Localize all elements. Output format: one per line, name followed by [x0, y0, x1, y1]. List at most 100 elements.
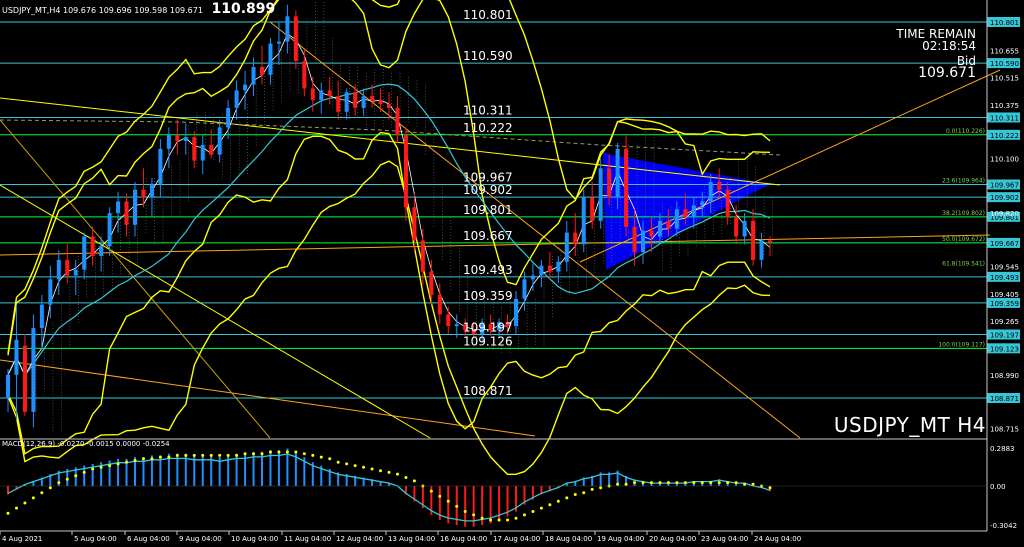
macd-signal-dot — [40, 491, 44, 495]
macd-signal-dot — [99, 465, 103, 469]
time-axis-label: 19 Aug 04:00 — [597, 535, 644, 543]
candle-body — [607, 168, 612, 198]
candle-body — [90, 236, 95, 256]
macd-signal-dot — [319, 455, 323, 459]
chart-window: 110.801 110.801 110.590 110.590 110.311 110.3… — [0, 0, 1024, 543]
candle-body — [149, 183, 154, 198]
fib-label: 100.0(109.117) — [938, 341, 985, 348]
main-chart[interactable]: 110.801 110.801 110.590 110.590 110.311 110.3… — [0, 0, 1024, 543]
time-axis-label: 6 Aug 04:00 — [127, 535, 170, 543]
candle-body — [395, 107, 400, 136]
price-axis-tick: 109.545 — [990, 264, 1019, 272]
fib-label: 61.8(109.541) — [942, 260, 985, 267]
candle-body — [403, 135, 408, 208]
candle-body — [624, 148, 629, 227]
macd-signal-dot — [573, 493, 577, 496]
macd-signal-dot — [141, 457, 145, 461]
candle-body — [22, 345, 27, 412]
macd-signal-dot — [700, 481, 704, 485]
candle-body — [124, 201, 129, 225]
macd-signal-dot — [345, 462, 349, 466]
macd-signal-dot — [726, 481, 730, 485]
candle-body — [302, 61, 307, 89]
macd-signal-dot — [116, 462, 120, 466]
macd-signal-dot — [302, 452, 306, 456]
macd-signal-dot — [370, 467, 374, 471]
candle-body — [353, 92, 358, 108]
level-label: 109.197 — [463, 320, 513, 334]
candle-body — [725, 189, 730, 218]
axis-level-tag-text: 110.311 — [990, 114, 1019, 122]
time-axis-label: 24 Aug 04:00 — [754, 535, 801, 543]
macd-signal-dot — [743, 482, 747, 486]
level-label: 108.871 — [463, 384, 513, 398]
macd-signal-dot — [658, 481, 662, 485]
macd-signal-dot — [429, 489, 433, 493]
macd-signal-dot — [751, 482, 755, 486]
macd-signal-dot — [666, 481, 670, 485]
macd-signal-dot — [260, 452, 264, 456]
candle-body — [530, 275, 535, 280]
candle-body — [107, 213, 112, 247]
candle-body — [141, 189, 146, 198]
candle-body — [217, 127, 222, 155]
macd-signal-dot — [167, 455, 171, 459]
macd-signal-dot — [108, 464, 112, 468]
candle-body — [327, 90, 332, 97]
time-axis-label: 4 Aug 2021 — [2, 535, 42, 543]
axis-level-tag-text: 109.197 — [990, 331, 1019, 339]
axis-level-tag-text: 110.590 — [990, 60, 1019, 68]
macd-signal-dot — [311, 453, 315, 457]
macd-signal-dot — [252, 452, 256, 456]
candle-body — [166, 135, 171, 149]
macd-signal-dot — [91, 467, 95, 471]
macd-signal-dot — [82, 470, 86, 474]
macd-signal-dot — [565, 496, 569, 500]
level-label: 109.359 — [463, 289, 513, 303]
candle-body — [437, 294, 442, 315]
macd-signal-dot — [624, 482, 628, 486]
time-axis-label: 11 Aug 04:00 — [284, 535, 331, 543]
macd-signal-dot — [158, 455, 162, 459]
macd-signal-dot — [539, 506, 543, 510]
price-axis-tick: 109.820 — [990, 210, 1019, 218]
macd-signal-dot — [768, 486, 772, 490]
candle-body — [514, 298, 518, 327]
level-label: 109.801 — [463, 203, 513, 217]
symbol-timeframe: USDJPY_MT,H4 — [2, 6, 61, 15]
macd-signal-dot — [192, 453, 196, 457]
macd-axis-tick: 0.00 — [990, 483, 1006, 491]
candle-body — [547, 265, 552, 272]
candle-body — [133, 189, 137, 225]
candle-body — [717, 181, 722, 190]
candle-body — [522, 279, 527, 299]
level-label: 109.902 — [463, 183, 513, 197]
axis-level-tag-text: 109.967 — [990, 181, 1019, 189]
candle-body — [99, 246, 104, 256]
macd-signal-dot — [218, 453, 222, 457]
candle-body — [539, 265, 544, 276]
macd-signal-dot — [709, 481, 713, 485]
candle-body — [615, 148, 620, 198]
time-axis-label: 17 Aug 04:00 — [493, 535, 540, 543]
axis-level-tag-text: 109.359 — [990, 300, 1019, 308]
macd-signal-dot — [277, 450, 281, 454]
macd-signal-dot — [14, 506, 18, 510]
candle-body — [564, 232, 569, 262]
price-axis-tick: 108.715 — [990, 425, 1019, 433]
macd-signal-dot — [57, 481, 61, 485]
candle-body — [183, 137, 188, 142]
macd-signal-dot — [556, 499, 560, 503]
level-label: 110.222 — [463, 121, 513, 135]
candle-body — [293, 16, 298, 62]
candle-body — [65, 259, 70, 276]
price-axis-tick: 110.100 — [990, 156, 1019, 164]
macd-signal-dot — [438, 494, 442, 498]
macd-signal-dot — [268, 450, 272, 454]
macd-signal-dot — [31, 496, 35, 500]
macd-signal-dot — [362, 465, 366, 469]
fib-label: 23.6(109.964) — [942, 177, 985, 184]
candle-body — [319, 90, 324, 101]
candle-body — [370, 96, 375, 101]
axis-level-tag-text: 109.902 — [990, 194, 1019, 202]
